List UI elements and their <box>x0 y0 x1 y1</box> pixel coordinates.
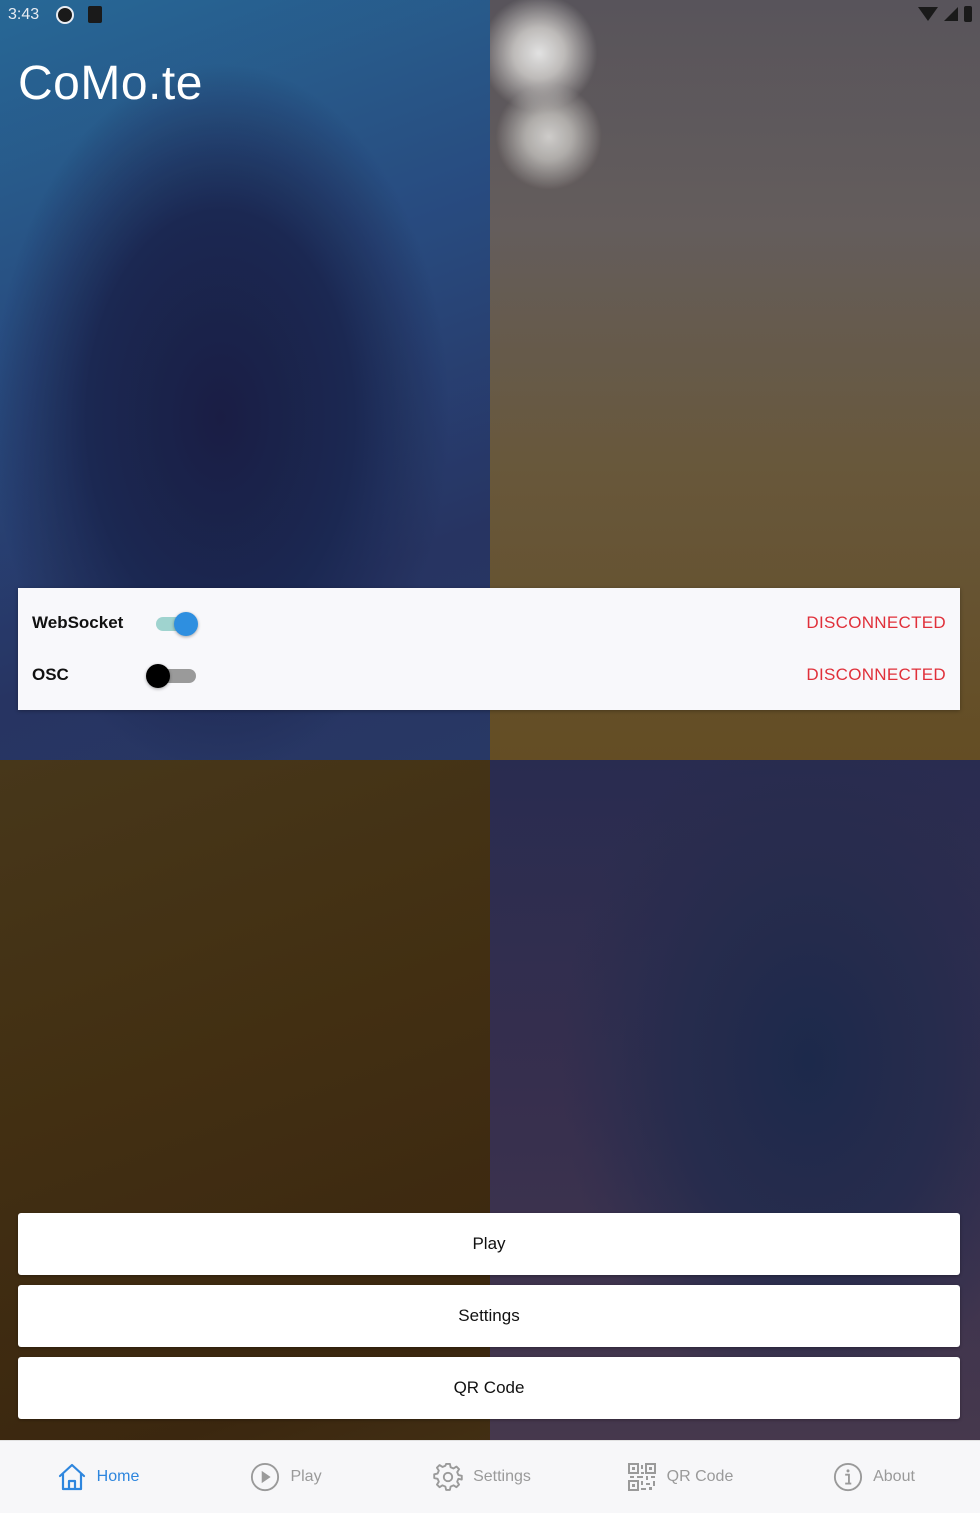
nav-item-qr-code[interactable]: QR Code <box>582 1441 778 1513</box>
status-indicators <box>918 6 972 22</box>
toggle-thumb <box>174 612 198 636</box>
qr-code-icon <box>627 1463 656 1491</box>
notification-icon <box>56 6 74 24</box>
wifi-icon <box>918 7 938 21</box>
play-button[interactable]: Play <box>18 1213 960 1275</box>
nav-label: Settings <box>473 1468 531 1485</box>
status-bar: 3:43 <box>0 0 980 30</box>
nav-label: About <box>873 1468 915 1485</box>
nav-item-home[interactable]: Home <box>0 1441 196 1513</box>
toggle-thumb <box>146 664 170 688</box>
settings-button[interactable]: Settings <box>18 1285 960 1347</box>
nav-label: QR Code <box>666 1468 734 1485</box>
nav-item-settings[interactable]: Settings <box>384 1441 580 1513</box>
status-time: 3:43 <box>8 6 40 23</box>
websocket-toggle[interactable] <box>156 612 200 636</box>
home-icon <box>58 1463 85 1491</box>
gear-icon <box>433 1462 463 1491</box>
sd-card-icon <box>88 6 102 23</box>
connection-label: WebSocket <box>32 613 124 632</box>
connection-status: DISCONNECTED <box>806 613 946 632</box>
connection-status: DISCONNECTED <box>806 665 946 684</box>
qr-code-button[interactable]: QR Code <box>18 1357 960 1419</box>
connection-row-websocket: WebSocket DISCONNECTED <box>18 598 960 650</box>
osc-toggle[interactable] <box>146 664 200 688</box>
info-icon <box>834 1462 863 1492</box>
connection-label: OSC <box>32 665 69 684</box>
signal-icon <box>944 7 958 21</box>
nav-item-about[interactable]: About <box>776 1441 972 1513</box>
nav-label: Home <box>96 1468 140 1485</box>
nav-item-play[interactable]: Play <box>188 1441 384 1513</box>
nav-label: Play <box>290 1468 322 1485</box>
connection-row-osc: OSC DISCONNECTED <box>18 650 960 702</box>
battery-icon <box>964 6 972 22</box>
connection-card: WebSocket DISCONNECTED OSC DISCONNECTED <box>18 588 960 710</box>
bottom-navigation: Home Play Settings QR Code About <box>0 1440 980 1513</box>
play-circle-icon <box>251 1462 280 1492</box>
app-title: CoMo.te <box>18 57 203 110</box>
